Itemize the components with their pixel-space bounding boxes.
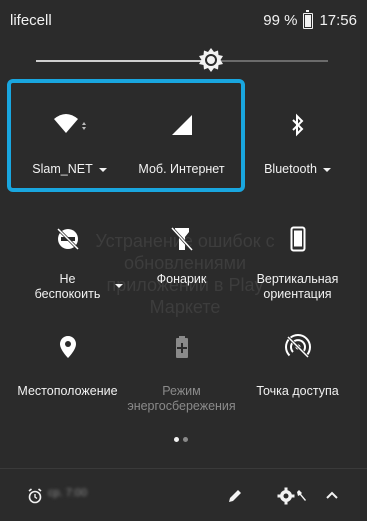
clock-time: 17:56: [319, 12, 357, 29]
tile-hotspot[interactable]: Точка доступа: [240, 330, 355, 399]
tile-label-battery-saver-line2: энергосбережения: [127, 399, 236, 413]
alarm-time[interactable]: ср. 7:00: [48, 487, 87, 499]
tile-label-flashlight: Фонарик: [156, 272, 207, 286]
battery-icon: [303, 9, 314, 29]
tile-location[interactable]: Местоположение: [10, 330, 125, 399]
location-pin-icon: [10, 330, 125, 364]
page-dot[interactable]: [174, 437, 179, 442]
dropdown-caret-icon[interactable]: [115, 284, 123, 288]
tile-label-dnd-line1: Не: [59, 272, 76, 286]
chevron-up-icon[interactable]: [324, 489, 340, 501]
status-indicators: 99 % 17:56: [263, 9, 357, 29]
hotspot-off-icon: [240, 330, 355, 364]
edit-pencil-icon[interactable]: [226, 487, 244, 505]
page-dot[interactable]: [183, 437, 188, 442]
brightness-thumb-icon[interactable]: [198, 48, 224, 74]
page-indicator: [174, 437, 188, 442]
do-not-disturb-icon: [10, 222, 125, 256]
tile-orientation[interactable]: Вертикальная ориентация: [240, 222, 355, 302]
tile-bluetooth[interactable]: Bluetooth: [240, 108, 355, 177]
carrier-name: lifecell: [10, 12, 52, 29]
highlight-frame: [7, 79, 245, 192]
settings-gear-icon[interactable]: [276, 486, 296, 506]
tile-label-bluetooth: Bluetooth: [264, 162, 317, 176]
tile-do-not-disturb[interactable]: Не беспокоить: [10, 222, 125, 302]
flashlight-off-icon: [124, 222, 239, 256]
tile-battery-saver[interactable]: Режим энергосбережения: [124, 330, 239, 414]
tile-label-battery-saver-line1: Режим: [162, 384, 201, 398]
wrench-icon: [296, 488, 308, 502]
tile-flashlight[interactable]: Фонарик: [124, 222, 239, 287]
status-bar: lifecell 99 % 17:56: [0, 0, 367, 40]
bluetooth-icon: [240, 108, 355, 142]
battery-saver-icon: [124, 330, 239, 364]
brightness-slider[interactable]: [36, 48, 328, 74]
battery-percent: 99 %: [263, 12, 298, 29]
tile-label-orientation-line1: Вертикальная: [256, 272, 339, 286]
dropdown-caret-icon[interactable]: [322, 167, 331, 172]
portrait-lock-icon: [240, 222, 355, 256]
tile-label-dnd-line2: беспокоить: [34, 287, 101, 301]
tile-label-hotspot: Точка доступа: [256, 384, 339, 398]
tile-label-orientation-line2: ориентация: [263, 287, 332, 301]
bottom-bar: ср. 7:00: [0, 468, 367, 521]
alarm-icon[interactable]: [26, 487, 44, 505]
tile-label-location: Местоположение: [17, 384, 118, 398]
slider-fill: [36, 60, 212, 62]
